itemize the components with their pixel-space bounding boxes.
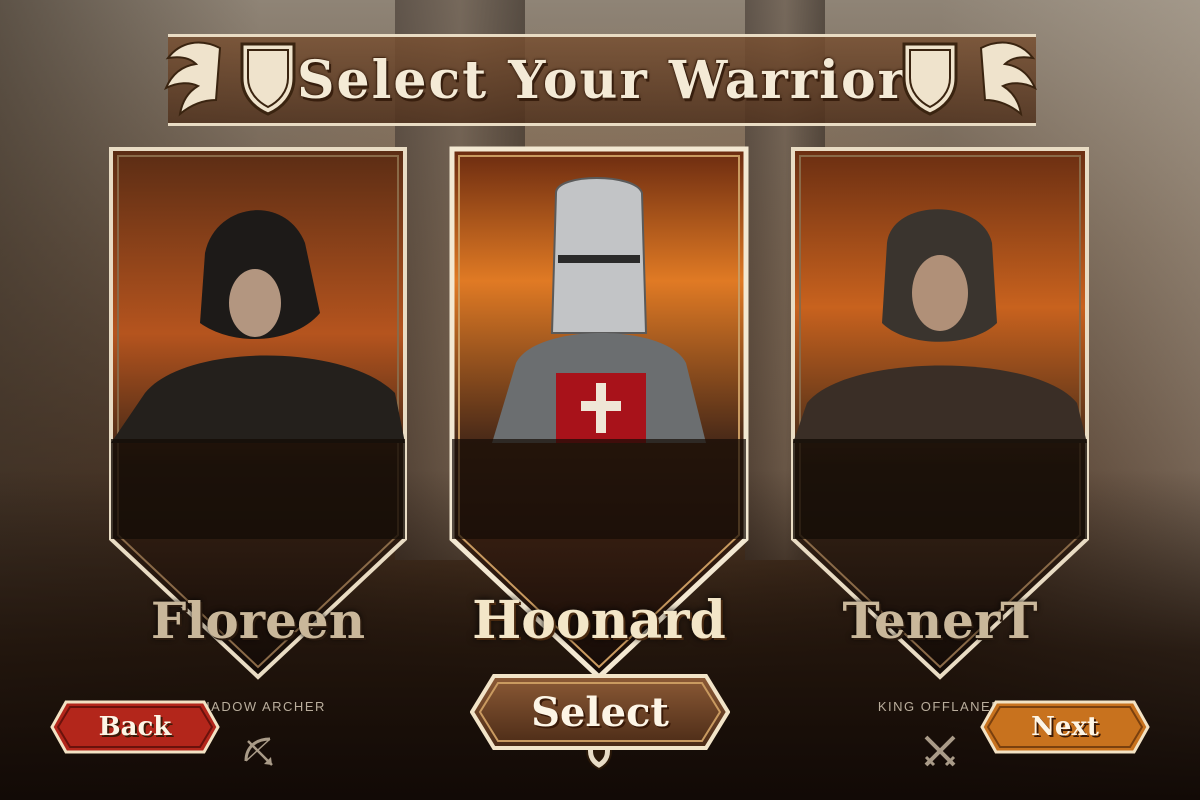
warrior-name: Hoonard [472,590,726,651]
crest-shield-right-icon [902,42,958,116]
select-button-label: Select [531,688,669,736]
crest-shield-left-icon [240,42,296,116]
back-button-label: Back [98,712,172,742]
bow-arrow-icon [244,737,273,766]
warrior-name: Floreen [150,591,366,650]
warrior-card-hoonard[interactable]: Hoonard PALADIN [446,143,752,771]
griffin-wing-right-icon [979,41,1037,117]
back-button[interactable]: Back [50,700,220,754]
warrior-card-tenert[interactable]: TenerT KING OFFLANER [787,143,1093,767]
next-button[interactable]: Next [980,700,1150,754]
warrior-card-floreen[interactable]: Floreen SHADOW ARCHER [105,143,411,766]
crossed-swords-icon [924,735,956,767]
select-button[interactable]: Select [470,674,730,750]
next-button-label: Next [1031,712,1099,742]
warrior-name: TenerT [842,591,1038,650]
griffin-wing-left-icon [164,41,222,117]
page-title: Select Your Warrior [296,49,908,111]
